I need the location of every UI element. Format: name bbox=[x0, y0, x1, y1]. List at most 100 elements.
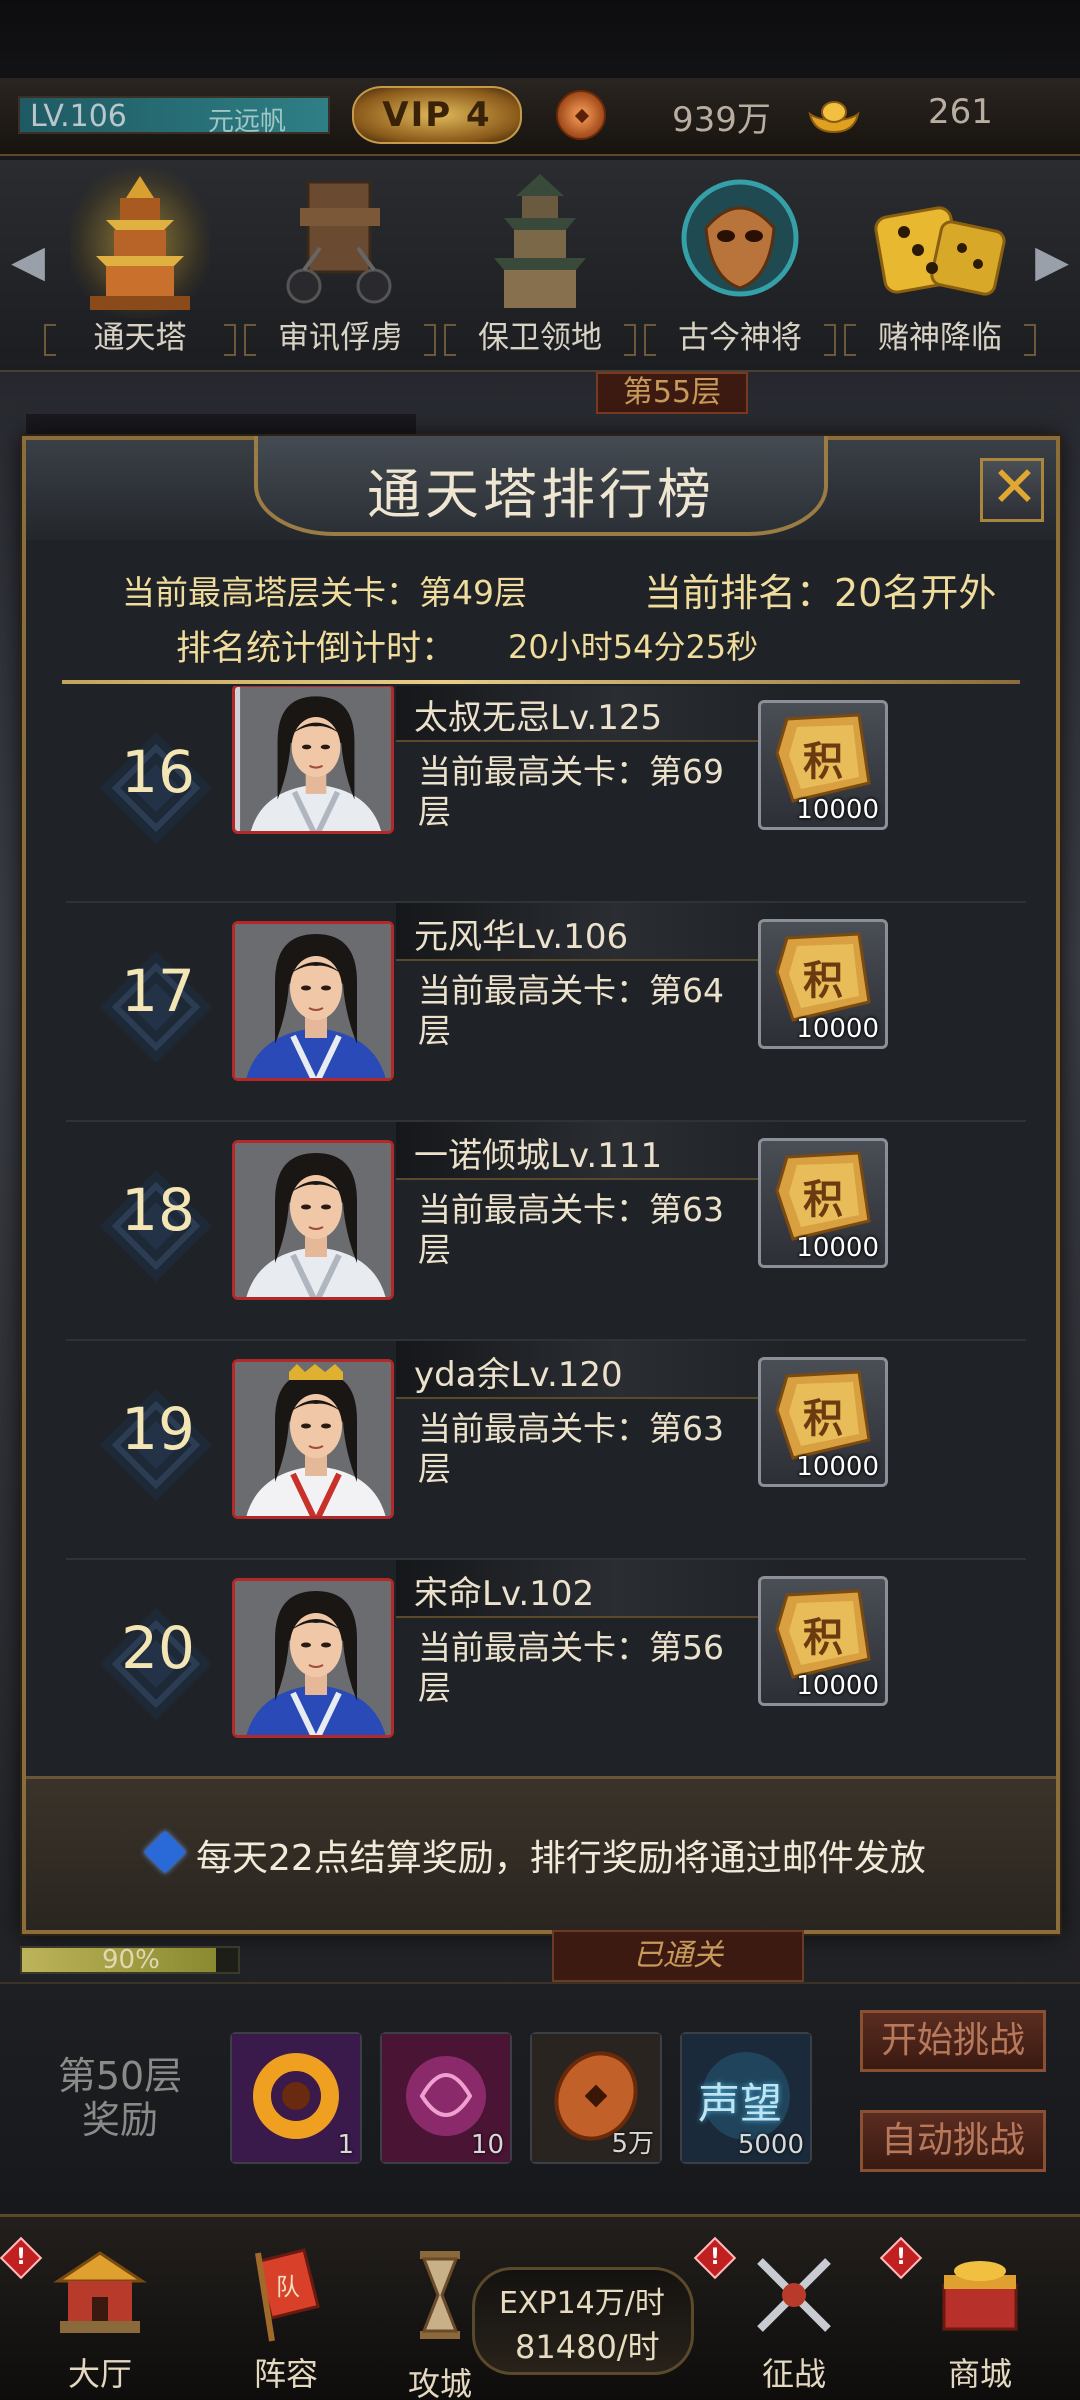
reward-amount: 10000 bbox=[796, 1452, 879, 1482]
treasure-icon bbox=[942, 2261, 1018, 2331]
reward-points-item[interactable]: 积 10000 bbox=[758, 1138, 888, 1268]
prestige-label: 声望 bbox=[698, 2079, 783, 2128]
alert-mark: ! bbox=[709, 2245, 721, 2270]
current-highest-floor: 当前最高塔层关卡：第49层 bbox=[122, 573, 527, 612]
activity-label: 审讯俘虏 bbox=[240, 312, 440, 364]
challenge-panel: 第50层奖励 1 10 5万 声望 5000 开始挑战 自动挑战 bbox=[0, 1982, 1080, 2212]
reward-points-item[interactable]: 积 10000 bbox=[758, 919, 888, 1049]
alert-mark: ! bbox=[15, 2245, 27, 2270]
info-diamond-icon bbox=[143, 1830, 187, 1874]
reward-item[interactable]: 声望 5000 bbox=[680, 2032, 812, 2164]
start-challenge-button[interactable]: 开始挑战 bbox=[860, 2010, 1046, 2072]
close-button[interactable]: ✕ bbox=[980, 455, 1044, 522]
activity-defend[interactable]: 保卫领地 bbox=[440, 160, 640, 370]
portrait-icon bbox=[235, 1362, 391, 1516]
rank-number: 20 bbox=[121, 1614, 195, 1682]
points-scroll-icon: 积 bbox=[775, 932, 871, 1022]
palace-icon bbox=[53, 2251, 147, 2333]
ranking-row[interactable]: 17 元风华Lv.106 当前最高关卡：第64层 积 10000 bbox=[66, 903, 1026, 1122]
rank-info: 当前最高塔层关卡：第49层 当前排名：20名开外 排名统计倒计时： 20小时54… bbox=[26, 550, 1056, 670]
mask-icon bbox=[681, 179, 799, 297]
player-avatar[interactable] bbox=[232, 1140, 394, 1300]
reward-points-item[interactable]: 积 10000 bbox=[758, 1576, 888, 1706]
ranking-row[interactable]: 19 yda余Lv.120 当前最高关卡：第63层 积 10000 bbox=[66, 1341, 1026, 1560]
countdown-value: 20小时54分25秒 bbox=[508, 628, 759, 666]
reward-amount: 10000 bbox=[796, 795, 879, 825]
nav-item-lobby[interactable]: ! 大厅 bbox=[0, 2235, 200, 2400]
reward-points-item[interactable]: 积 10000 bbox=[758, 700, 888, 830]
footer-note: 每天22点结算奖励，排行奖励将通过邮件发放 bbox=[196, 1838, 926, 1879]
modal-title: 通天塔排行榜 bbox=[367, 463, 715, 526]
auto-challenge-button[interactable]: 自动挑战 bbox=[860, 2110, 1046, 2172]
shackles-icon bbox=[286, 180, 392, 304]
player-name: 宋命Lv.102 bbox=[414, 1574, 595, 1614]
player-level: LV.106 bbox=[30, 99, 127, 134]
reward-points-item[interactable]: 积 10000 bbox=[758, 1357, 888, 1487]
player-avatar[interactable] bbox=[232, 1578, 394, 1738]
portrait-icon bbox=[235, 924, 391, 1078]
rank-number: 18 bbox=[121, 1176, 195, 1244]
dice-icon bbox=[874, 206, 1006, 296]
ranking-row[interactable]: 18 一诺倾城Lv.111 当前最高关卡：第63层 积 10000 bbox=[66, 1122, 1026, 1341]
tower-icon bbox=[70, 168, 210, 318]
reward-qty: 5000 bbox=[737, 2130, 804, 2160]
alert-badge: ! bbox=[879, 2236, 923, 2280]
nav-item-campaign[interactable]: ! 征战 bbox=[693, 2235, 894, 2400]
reward-qty: 1 bbox=[337, 2130, 354, 2160]
cleared-sign: 已通关 bbox=[552, 1930, 804, 1982]
player-highest-floor: 当前最高关卡：第64层 bbox=[418, 971, 724, 1050]
vip-badge[interactable]: VIP 4 bbox=[352, 86, 522, 144]
alert-mark: ! bbox=[895, 2245, 907, 2270]
close-icon: ✕ bbox=[991, 455, 1038, 520]
nav-item-shop[interactable]: ! 商城 bbox=[879, 2235, 1080, 2400]
pagoda-icon bbox=[494, 174, 586, 308]
reward-glyph: 积 bbox=[803, 1615, 843, 1661]
activity-label: 赌神降临 bbox=[840, 312, 1040, 364]
rank-number: 19 bbox=[121, 1395, 195, 1463]
reward-item[interactable]: 10 bbox=[380, 2032, 512, 2164]
activity-label: 通天塔 bbox=[40, 312, 240, 364]
progress-text: 90% bbox=[102, 1945, 160, 1975]
points-scroll-icon: 积 bbox=[775, 1370, 871, 1460]
activity-dice[interactable]: 赌神降临 bbox=[840, 160, 1040, 370]
ranking-row[interactable]: 20 宋命Lv.102 当前最高关卡：第56层 积 10000 bbox=[66, 1560, 1026, 1768]
tower-progress: 90% bbox=[20, 1945, 240, 1975]
portrait-icon bbox=[235, 1143, 391, 1297]
banner-icon: 队 bbox=[255, 2248, 320, 2342]
player-avatar[interactable] bbox=[232, 686, 394, 834]
countdown-label: 排名统计倒计时： bbox=[176, 629, 457, 669]
current-rank: 当前排名：20名开外 bbox=[644, 571, 997, 615]
coin-rate: 81480/时 bbox=[515, 2328, 660, 2366]
rank-number: 16 bbox=[121, 738, 195, 806]
portrait-icon bbox=[240, 687, 391, 831]
alert-badge: ! bbox=[693, 2236, 737, 2280]
reward-item[interactable]: 5万 bbox=[530, 2032, 662, 2164]
divider bbox=[62, 680, 1020, 684]
exp-rate: EXP14万/时 bbox=[499, 2286, 665, 2321]
reward-amount: 10000 bbox=[796, 1014, 879, 1044]
alert-badge: ! bbox=[0, 2236, 43, 2280]
reward-amount: 10000 bbox=[796, 1233, 879, 1263]
level-bar[interactable]: LV.106 元远帆 bbox=[18, 96, 330, 137]
activity-interrogate[interactable]: 审讯俘虏 bbox=[240, 160, 440, 370]
status-bar: LV.106 元远帆 VIP 4 939万 261 bbox=[0, 78, 1080, 156]
activity-tower[interactable]: 通天塔 bbox=[40, 160, 240, 370]
ranking-list[interactable]: 16 太叔无忌Lv.125 当前最高关卡：第69层 积 10000 17 元风华… bbox=[66, 686, 1026, 1768]
reward-glyph: 积 bbox=[803, 1396, 843, 1442]
ranking-row[interactable]: 16 太叔无忌Lv.125 当前最高关卡：第69层 积 10000 bbox=[66, 686, 1026, 903]
ingot-count: 261 bbox=[928, 92, 993, 132]
points-scroll-icon: 积 bbox=[775, 713, 871, 803]
portrait-icon bbox=[235, 1581, 391, 1735]
player-highest-floor: 当前最高关卡：第69层 bbox=[418, 752, 724, 831]
player-avatar[interactable] bbox=[232, 921, 394, 1081]
banner-char: 队 bbox=[276, 2273, 300, 2301]
player-highest-floor: 当前最高关卡：第63层 bbox=[418, 1190, 724, 1269]
swords-icon bbox=[757, 2258, 831, 2332]
activity-generals[interactable]: 古今神将 bbox=[640, 160, 840, 370]
player-name: 元风华Lv.106 bbox=[414, 917, 629, 957]
floor-sign: 第55层 bbox=[596, 372, 748, 414]
player-name: 元远帆 bbox=[208, 107, 287, 137]
reward-item[interactable]: 1 bbox=[230, 2032, 362, 2164]
player-avatar[interactable] bbox=[232, 1359, 394, 1519]
points-scroll-icon: 积 bbox=[775, 1151, 871, 1241]
